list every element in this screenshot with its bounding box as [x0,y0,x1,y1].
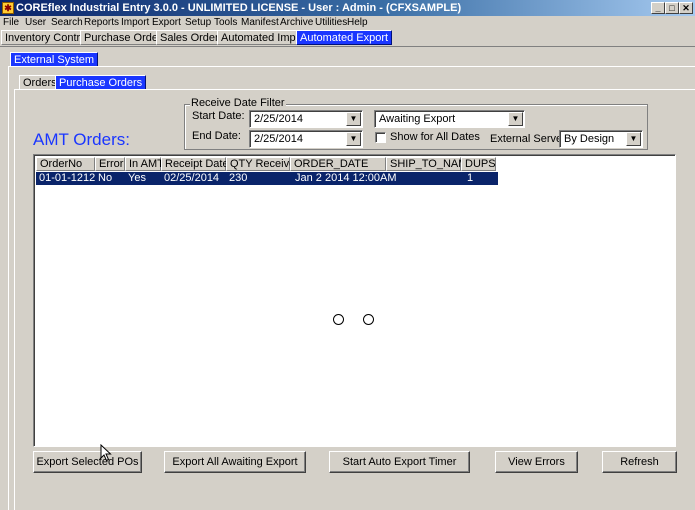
main-tab-bar: Inventory Control Purchase Orders Sales … [0,30,695,46]
title-bar: ✱ COREflex Industrial Entry 3.0.0 - UNLI… [0,0,695,16]
menu-import[interactable]: Import [121,16,149,30]
chevron-down-icon[interactable]: ▼ [508,112,523,126]
menu-search[interactable]: Search [51,16,83,30]
maximize-button[interactable]: □ [665,2,679,14]
app-window: ✱ COREflex Industrial Entry 3.0.0 - UNLI… [0,0,695,510]
table-row[interactable]: 01-01-1212 No Yes 02/25/2014 230 Jan 2 2… [36,172,498,185]
column-header-ship-to-name[interactable]: SHIP_TO_NAME [386,157,475,171]
menu-file[interactable]: File [3,16,19,30]
menu-utilities[interactable]: Utilities [315,16,347,30]
cell-qty-received: 230 [229,172,248,184]
filter-legend: Receive Date Filter [190,97,286,109]
menu-bar: File User Search Reports Import Export S… [0,16,695,30]
external-server-label: External Server: [490,133,569,145]
column-header-order-date[interactable]: ORDER_DATE [290,157,386,171]
menu-tools[interactable]: Tools [214,16,237,30]
export-selected-button[interactable]: Export Selected POs [33,451,142,473]
start-date-value: 2/25/2014 [254,113,303,125]
start-timer-button[interactable]: Start Auto Export Timer [329,451,470,473]
cell-receipt-date: 02/25/2014 [164,172,220,184]
window-title: COREflex Industrial Entry 3.0.0 - UNLIMI… [16,2,462,14]
tab-inventory-control[interactable]: Inventory Control [1,30,93,45]
refresh-button[interactable]: Refresh [602,451,677,473]
tab-divider [0,46,695,47]
column-header-error[interactable]: Error [95,157,125,171]
status-dropdown[interactable]: Awaiting Export ▼ [374,110,525,128]
menu-help[interactable]: Help [347,16,368,30]
cell-orderno: 01-01-1212 [39,172,96,184]
start-date-label: Start Date: [192,110,245,122]
menu-user[interactable]: User [25,16,46,30]
column-header-dups[interactable]: DUPS [461,157,496,171]
view-errors-button[interactable]: View Errors [495,451,578,473]
cell-in-amt: Yes [128,172,146,184]
cell-order-date: Jan 2 2014 12:00AM [295,172,397,184]
menu-reports[interactable]: Reports [84,16,119,30]
external-server-value: By Design [564,133,615,145]
chevron-down-icon[interactable]: ▼ [346,132,361,146]
loading-indicator-icon [363,314,374,325]
column-header-orderno[interactable]: OrderNo [36,157,95,171]
section-title: AMT Orders: [33,130,130,149]
show-all-dates-label: Show for All Dates [390,131,480,143]
menu-manifest[interactable]: Manifest [241,16,279,30]
end-date-label: End Date: [192,130,241,142]
status-value: Awaiting Export [379,113,456,125]
loading-indicator-icon [333,314,344,325]
app-logo-icon: ✱ [2,2,14,14]
end-date-dropdown[interactable]: 2/25/2014 ▼ [249,130,363,148]
export-all-button[interactable]: Export All Awaiting Export [164,451,306,473]
menu-export[interactable]: Export [152,16,181,30]
show-all-dates-checkbox[interactable] [375,132,386,143]
close-button[interactable]: ✕ [679,2,693,14]
tab-purchase-orders-sub[interactable]: Purchase Orders [55,75,147,90]
menu-setup[interactable]: Setup [185,16,211,30]
cell-error: No [98,172,113,184]
tab-automated-export[interactable]: Automated Export [296,30,393,45]
orders-grid[interactable]: OrderNo Error In AMT Receipt Date QTY Re… [33,154,676,447]
mouse-cursor-icon [100,444,112,462]
chevron-down-icon[interactable]: ▼ [626,132,641,146]
tab-external-system[interactable]: External System [10,52,99,67]
cell-dups: 1 [467,172,474,184]
column-header-in-amt[interactable]: In AMT [125,157,164,171]
minimize-button[interactable]: _ [651,2,665,14]
chevron-down-icon[interactable]: ▼ [346,112,361,126]
external-server-dropdown[interactable]: By Design ▼ [559,130,643,148]
menu-archive[interactable]: Archive [280,16,313,30]
start-date-dropdown[interactable]: 2/25/2014 ▼ [249,110,363,128]
column-header-receipt-date[interactable]: Receipt Date [161,157,229,171]
column-header-qty-received[interactable]: QTY Received [226,157,301,171]
end-date-value: 2/25/2014 [254,133,303,145]
